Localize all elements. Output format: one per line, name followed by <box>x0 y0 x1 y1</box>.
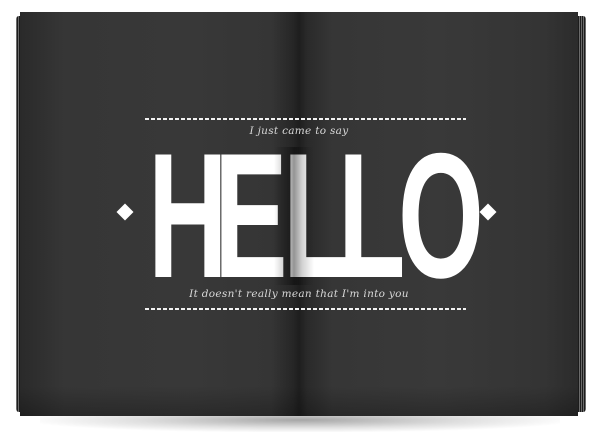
spine-fold-shadow <box>274 147 314 285</box>
diamond-ornament-left <box>116 203 134 221</box>
tagline-bottom: It doesn't really mean that I'm into you <box>189 288 409 300</box>
headline-letter-l2: L <box>338 116 405 315</box>
dashed-rule-bottom <box>145 308 466 310</box>
magazine-spread: I just came to say H E L L O It doesn't … <box>20 12 578 416</box>
headline-letter-o: O <box>398 116 484 315</box>
headline: H E L L O <box>148 116 484 315</box>
